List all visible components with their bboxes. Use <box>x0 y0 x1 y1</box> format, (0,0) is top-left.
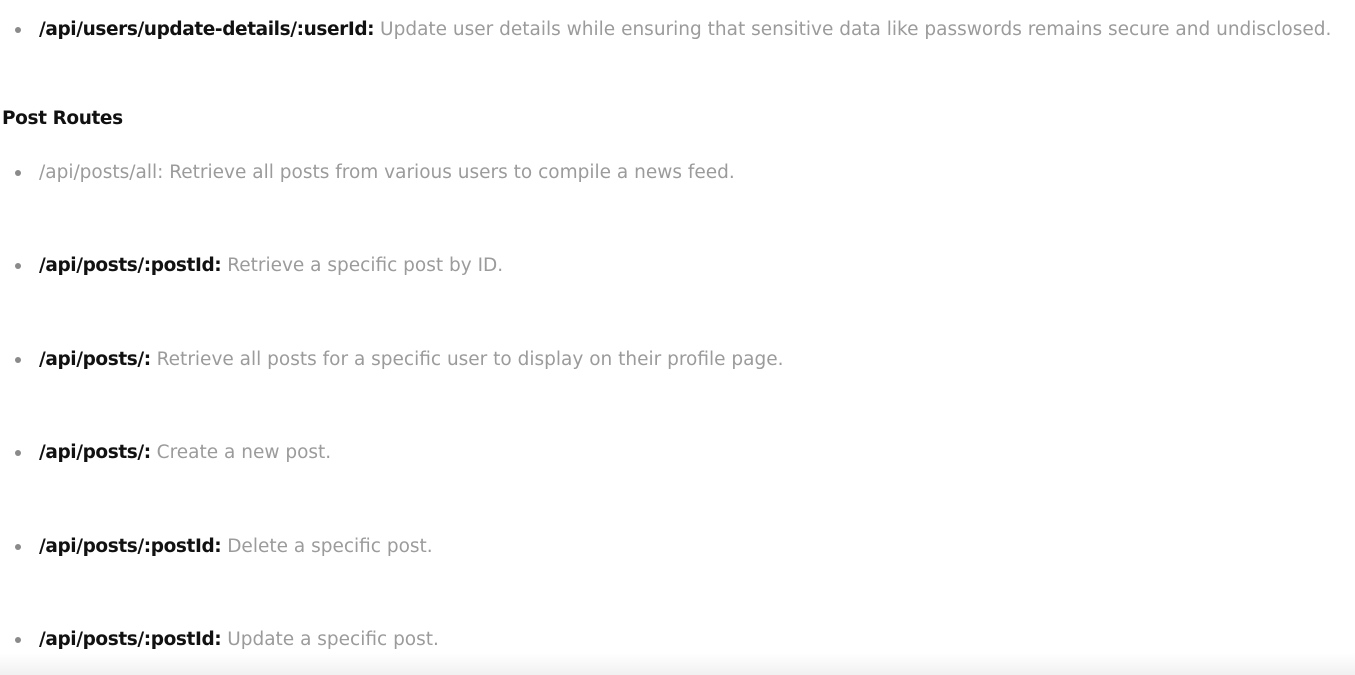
route-description: Retrieve a specific post by ID. <box>227 255 504 276</box>
route-path: /api/users/update-details/:userId: <box>39 19 375 40</box>
bullet-icon <box>15 27 21 33</box>
route-description: Create a new post. <box>156 442 332 463</box>
route-description: Update user details while ensuring that … <box>380 19 1332 40</box>
bullet-icon <box>15 263 21 269</box>
route-text: /api/users/update-details/:userId: Updat… <box>39 17 1331 43</box>
bullet-icon <box>15 170 21 176</box>
route-path: /api/posts/:postId: <box>39 255 222 276</box>
route-text: /api/posts/: Retrieve all posts for a sp… <box>39 347 784 373</box>
route-description: Update a specific post. <box>227 629 439 650</box>
route-text: /api/posts/:postId: Delete a specific po… <box>39 534 433 560</box>
route-text: /api/posts/: Create a new post. <box>39 440 331 466</box>
route-path: /api/posts/: <box>39 442 151 463</box>
route-path: /api/posts/:postId: <box>39 536 222 557</box>
bottom-fade-divider <box>0 653 1355 675</box>
route-text: /api/posts/all: Retrieve all posts from … <box>39 160 735 186</box>
bullet-icon <box>15 637 21 643</box>
document-page: /api/users/update-details/:userId: Updat… <box>0 0 1355 675</box>
route-text: /api/posts/:postId: Retrieve a specific … <box>39 253 503 279</box>
route-path: /api/posts/: <box>39 349 151 370</box>
route-description: Delete a specific post. <box>227 536 433 557</box>
bullet-icon <box>15 544 21 550</box>
route-path: /api/posts/:postId: <box>39 629 222 650</box>
bullet-icon <box>15 357 21 363</box>
section-heading-post-routes: Post Routes <box>2 108 123 129</box>
route-text: /api/posts/:postId: Update a specific po… <box>39 627 439 653</box>
route-path: /api/posts/all: <box>39 162 164 183</box>
bullet-icon <box>15 450 21 456</box>
route-description: Retrieve all posts for a specific user t… <box>156 349 784 370</box>
route-description: Retrieve all posts from various users to… <box>169 162 735 183</box>
